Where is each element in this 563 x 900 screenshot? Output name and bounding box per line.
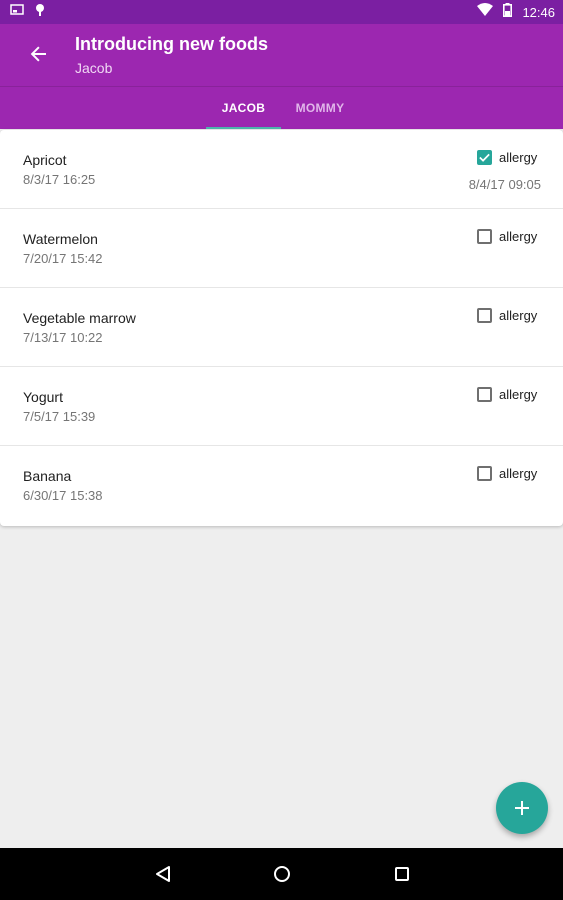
food-date: 8/3/17 16:25 — [23, 172, 96, 187]
list-item[interactable]: Yogurt 7/5/17 15:39 allergy — [0, 367, 563, 446]
food-date: 7/5/17 15:39 — [23, 409, 96, 424]
allergy-checkbox[interactable] — [477, 466, 492, 481]
page-title: Introducing new foods — [75, 34, 268, 54]
tab-bar: JACOB MOMMY — [0, 86, 563, 129]
food-name: Yogurt — [23, 389, 63, 405]
add-food-button[interactable] — [496, 782, 548, 834]
allergy-label: allergy — [499, 150, 538, 165]
system-nav-bar — [0, 848, 563, 900]
allergy-toggle[interactable]: allergy — [477, 150, 537, 165]
list-item[interactable]: Banana 6/30/17 15:38 allergy — [0, 446, 563, 525]
food-name: Watermelon — [23, 231, 98, 247]
allergy-checkbox[interactable] — [477, 387, 492, 402]
status-right-icons: 12:46 — [477, 2, 555, 22]
wifi-icon — [477, 3, 494, 21]
status-left-icons — [10, 3, 46, 22]
page-subtitle: Jacob — [75, 60, 113, 76]
plus-icon — [515, 801, 529, 815]
arrow-back-icon[interactable] — [26, 41, 52, 67]
location-pin-icon — [34, 3, 46, 22]
list-item[interactable]: Apricot 8/3/17 16:25 allergy 8/4/17 09:0… — [0, 130, 563, 209]
status-time: 12:46 — [522, 4, 555, 20]
allergy-checkbox[interactable] — [477, 308, 492, 323]
food-name: Vegetable marrow — [23, 310, 136, 326]
list-item[interactable]: Watermelon 7/20/17 15:42 allergy — [0, 209, 563, 288]
allergy-date: 8/4/17 09:05 — [468, 177, 541, 192]
food-name: Banana — [23, 468, 72, 484]
tab-mommy[interactable]: MOMMY — [281, 87, 359, 129]
allergy-label: allergy — [499, 466, 538, 481]
tab-jacob[interactable]: JACOB — [206, 87, 281, 129]
allergy-label: allergy — [499, 308, 538, 323]
allergy-toggle[interactable]: allergy — [477, 466, 537, 481]
allergy-checkbox[interactable] — [477, 229, 492, 244]
food-date: 7/13/17 10:22 — [23, 330, 103, 345]
screenshot-icon — [10, 3, 24, 21]
allergy-toggle[interactable]: allergy — [477, 387, 537, 402]
check-icon — [479, 153, 490, 162]
list-item[interactable]: Vegetable marrow 7/13/17 10:22 allergy — [0, 288, 563, 367]
food-date: 7/20/17 15:42 — [23, 251, 103, 266]
allergy-label: allergy — [499, 229, 538, 244]
allergy-toggle[interactable]: allergy — [477, 308, 537, 323]
home-circle-icon[interactable] — [270, 862, 294, 886]
back-triangle-icon[interactable] — [151, 862, 175, 886]
allergy-toggle[interactable]: allergy — [477, 229, 537, 244]
recents-square-icon[interactable] — [390, 862, 414, 886]
food-name: Apricot — [23, 152, 67, 168]
food-date: 6/30/17 15:38 — [23, 488, 103, 503]
tab-indicator — [206, 127, 281, 129]
food-list: Apricot 8/3/17 16:25 allergy 8/4/17 09:0… — [0, 130, 563, 526]
allergy-checkbox[interactable] — [477, 150, 492, 165]
allergy-label: allergy — [499, 387, 538, 402]
battery-icon — [503, 2, 513, 22]
status-bar: 12:46 — [0, 0, 563, 24]
app-bar: Introducing new foods Jacob — [0, 24, 563, 86]
